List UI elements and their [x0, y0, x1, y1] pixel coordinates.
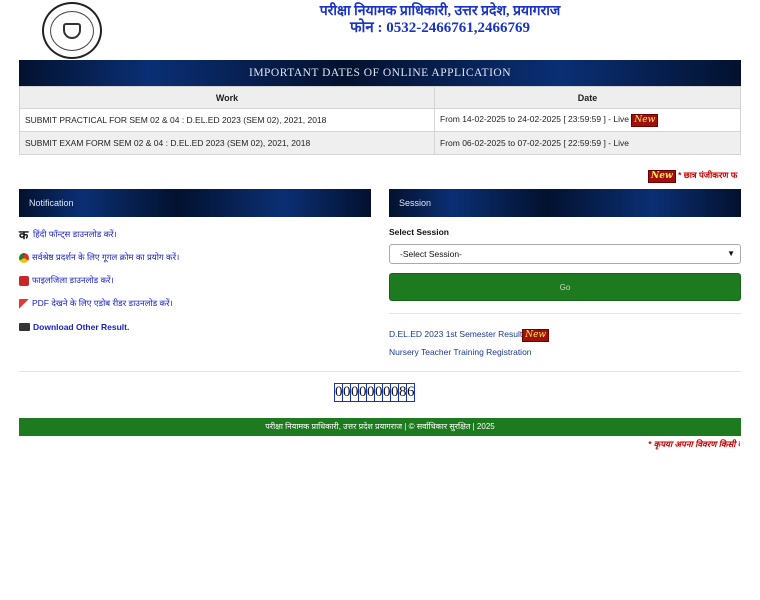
notification-item[interactable]: सर्वश्रेष्ठ प्रदर्शन के लिए गूगल क्रोम क… — [19, 246, 371, 269]
news-marquee[interactable]: New * छात्र पंजीकरण फ — [648, 169, 740, 183]
file-icon — [19, 275, 29, 286]
table-row: SUBMIT PRACTICAL FOR SEM 02 & 04 : D.EL.… — [19, 108, 741, 132]
notification-link[interactable]: Download Other Result. — [33, 322, 129, 332]
date-text: From 14-02-2025 to 24-02-2025 [ 23:59:59… — [440, 113, 630, 124]
column-header-date: Date — [434, 86, 741, 109]
emblem-inner-ring — [50, 10, 94, 51]
column-header-work: Work — [19, 86, 435, 109]
notification-heading: Notification — [19, 189, 371, 217]
ka-letter-icon: क — [19, 227, 29, 242]
result-link[interactable]: D.EL.ED 2023 1st Semester Result New — [389, 329, 550, 342]
graduation-cap-icon — [19, 322, 30, 331]
result-link-label[interactable]: D.EL.ED 2023 1st Semester Result — [389, 329, 522, 339]
notification-item[interactable]: PDF देखने के लिए एडोब रीडर डाउनलोड करें। — [19, 292, 371, 315]
footer-bar: परीक्षा नियामक प्राधिकारी, उत्तर प्रदेश … — [19, 418, 741, 436]
table-row: SUBMIT EXAM FORM SEM 02 & 04 : D.EL.ED 2… — [19, 131, 741, 155]
pdf-icon — [19, 298, 29, 309]
session-heading: Session — [389, 189, 741, 217]
registration-link[interactable]: Nursery Teacher Training Registration — [389, 347, 532, 357]
emblem-logo — [42, 2, 102, 59]
footer-marquee: * कृपया अपना विवरण किसी व — [648, 439, 740, 449]
divider — [389, 313, 741, 314]
work-cell: SUBMIT EXAM FORM SEM 02 & 04 : D.EL.ED 2… — [19, 131, 435, 155]
phone-numbers: फोन : 0532-2466761,2466769 — [349, 20, 530, 36]
session-select[interactable]: -Select Session- ▼ — [389, 244, 741, 264]
notification-item[interactable]: Download Other Result. — [19, 315, 371, 338]
notification-item[interactable]: फाइलजिला डाउनलोड करें। — [19, 269, 371, 292]
go-button[interactable]: Go — [389, 273, 741, 301]
notification-link[interactable]: फाइलजिला डाउनलोड करें। — [32, 275, 114, 286]
new-badge: New — [631, 113, 659, 127]
notification-item[interactable]: क हिंदी फॉन्ट्स डाउनलोड करें। — [19, 223, 371, 246]
chevron-down-icon: ▼ — [727, 249, 735, 258]
notification-link[interactable]: हिंदी फॉन्ट्स डाउनलोड करें। — [33, 229, 117, 240]
notification-link[interactable]: सर्वश्रेष्ठ प्रदर्शन के लिए गूगल क्रोम क… — [32, 252, 179, 263]
select-session-label: Select Session — [389, 227, 450, 237]
marquee-text: * छात्र पंजीकरण फ — [678, 170, 738, 180]
notification-link[interactable]: PDF देखने के लिए एडोब रीडर डाउनलोड करें। — [32, 298, 173, 309]
new-badge: New — [648, 170, 676, 183]
work-cell: SUBMIT PRACTICAL FOR SEM 02 & 04 : D.EL.… — [19, 108, 435, 132]
emblem-icon — [63, 22, 81, 39]
date-cell: From 06-02-2025 to 07-02-2025 [ 22:59:59… — [434, 131, 741, 155]
counter-digit: 6 — [406, 383, 415, 402]
divider — [19, 371, 741, 372]
important-dates-heading: IMPORTANT DATES OF ONLINE APPLICATION — [19, 60, 741, 86]
chrome-icon — [19, 252, 29, 263]
date-cell: From 14-02-2025 to 24-02-2025 [ 23:59:59… — [434, 108, 741, 132]
notification-list: क हिंदी फॉन्ट्स डाउनलोड करें। सर्वश्रेष्… — [19, 223, 371, 338]
session-select-value: -Select Session- — [400, 249, 462, 259]
visitor-counter: 0000000086 — [334, 383, 415, 402]
important-dates-table: Work Date SUBMIT PRACTICAL FOR SEM 02 & … — [19, 86, 741, 155]
new-badge: New — [522, 329, 550, 342]
